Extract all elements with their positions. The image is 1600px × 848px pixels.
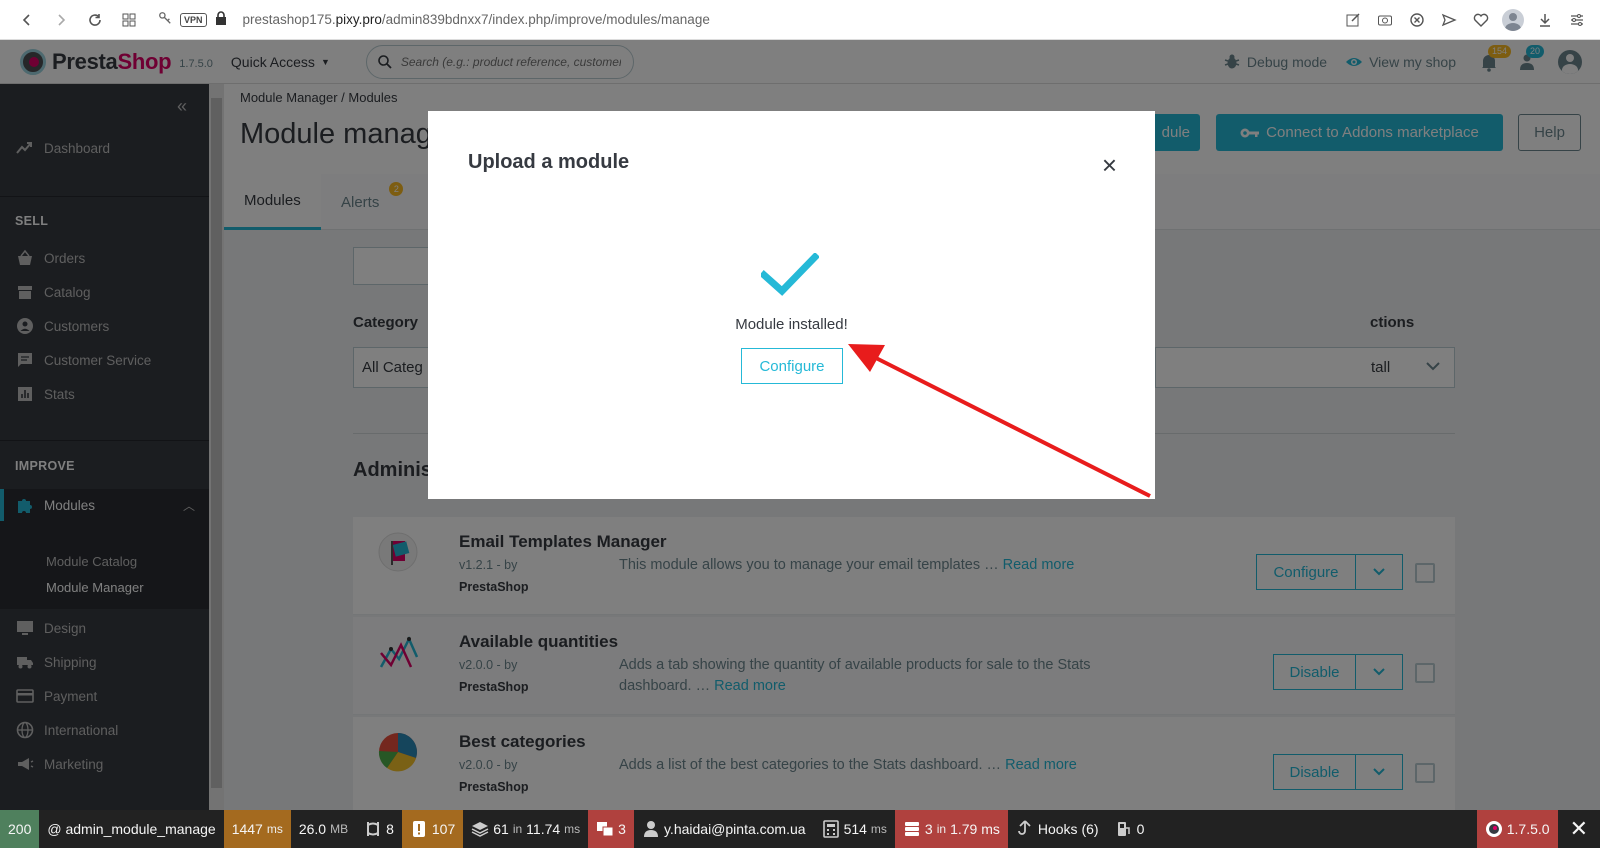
debug-route[interactable]: @ admin_module_manage bbox=[39, 810, 223, 848]
user-icon bbox=[643, 821, 658, 837]
warning-icon bbox=[412, 821, 425, 837]
camera-icon[interactable] bbox=[1370, 5, 1400, 35]
debug-logs[interactable]: 107 bbox=[401, 810, 464, 848]
forward-icon[interactable] bbox=[44, 5, 78, 35]
debug-version[interactable]: 1.7.5.0 bbox=[1476, 810, 1558, 848]
reload-icon[interactable] bbox=[78, 5, 112, 35]
checkmark-icon bbox=[761, 253, 819, 296]
debug-gas[interactable]: 0 bbox=[1107, 810, 1153, 848]
key-icon[interactable] bbox=[158, 11, 172, 28]
vpn-badge[interactable]: VPN bbox=[180, 12, 207, 27]
lock-icon[interactable] bbox=[215, 11, 227, 28]
settings-sliders-icon[interactable] bbox=[1562, 5, 1592, 35]
upload-module-modal: Upload a module × Module installed! Conf… bbox=[428, 111, 1155, 499]
puffin-logo-icon bbox=[1485, 821, 1502, 837]
heart-icon[interactable] bbox=[1466, 5, 1496, 35]
debug-time[interactable]: 1447 ms bbox=[223, 810, 291, 848]
send-icon[interactable] bbox=[1434, 5, 1464, 35]
modal-title: Upload a module bbox=[468, 151, 630, 173]
debug-status-code[interactable]: 200 bbox=[0, 810, 40, 848]
close-icon[interactable]: × bbox=[1102, 152, 1117, 178]
module-installed-message: Module installed! bbox=[735, 316, 848, 333]
back-icon[interactable] bbox=[10, 5, 44, 35]
block-icon[interactable] bbox=[1402, 5, 1432, 35]
fuel-icon bbox=[1117, 822, 1130, 836]
debug-translations[interactable]: 3 bbox=[588, 810, 634, 848]
layers-icon bbox=[471, 822, 489, 837]
debug-queries[interactable]: 61 in 11.74 ms bbox=[463, 810, 588, 848]
forms-icon bbox=[367, 822, 380, 836]
tabs-grid-icon[interactable] bbox=[112, 5, 146, 35]
hook-icon bbox=[1017, 820, 1031, 835]
calculator-icon bbox=[822, 820, 839, 838]
close-toolbar-icon[interactable]: ✕ bbox=[1558, 810, 1600, 848]
server-icon bbox=[904, 822, 919, 836]
symfony-debug-toolbar: 200 @ admin_module_manage 1447 ms 26.0 MB … bbox=[0, 810, 1600, 848]
profile-avatar[interactable] bbox=[1498, 5, 1528, 35]
modal-configure-button[interactable]: Configure bbox=[741, 348, 843, 384]
modal-backdrop[interactable]: Upload a module × Module installed! Conf… bbox=[0, 40, 1600, 810]
debug-user[interactable]: y.haidai@pinta.com.ua bbox=[634, 810, 814, 848]
download-icon[interactable] bbox=[1530, 5, 1560, 35]
debug-cache[interactable]: 514 ms bbox=[814, 810, 895, 848]
browser-toolbar: VPN prestashop175.pixy.pro/admin839bdnxx… bbox=[0, 0, 1600, 40]
address-bar[interactable]: prestashop175.pixy.pro/admin839bdnxx7/in… bbox=[243, 12, 710, 27]
translation-icon bbox=[597, 822, 614, 837]
debug-forms[interactable]: 8 bbox=[356, 810, 402, 848]
debug-database[interactable]: 3 in 1.79 ms bbox=[894, 810, 1008, 848]
edit-icon[interactable] bbox=[1338, 5, 1368, 35]
debug-hooks[interactable]: Hooks (6) bbox=[1008, 810, 1107, 848]
debug-memory[interactable]: 26.0 MB bbox=[291, 810, 356, 848]
